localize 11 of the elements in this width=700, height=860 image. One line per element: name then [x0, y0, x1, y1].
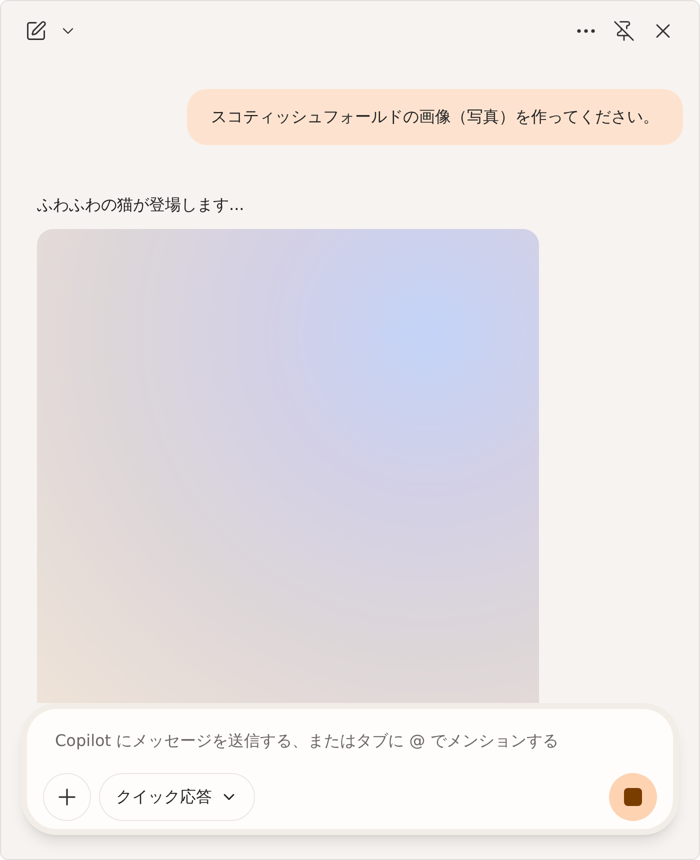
response-mode-label: クイック応答	[116, 786, 212, 808]
add-button[interactable]	[43, 773, 91, 821]
user-message: スコティッシュフォールドの画像（写真）を作ってください。	[187, 89, 683, 145]
assistant-message: ふわふわの猫が登場します...	[37, 194, 246, 216]
stop-icon	[624, 788, 642, 806]
unpin-icon	[613, 20, 635, 42]
stop-button[interactable]	[609, 773, 657, 821]
more-icon	[577, 29, 595, 33]
message-input[interactable]: Copilot にメッセージを送信する、またはタブに @ でメンションする	[43, 729, 657, 753]
new-chat-icon	[25, 20, 47, 42]
response-mode-dropdown[interactable]: クイック応答	[99, 773, 255, 821]
